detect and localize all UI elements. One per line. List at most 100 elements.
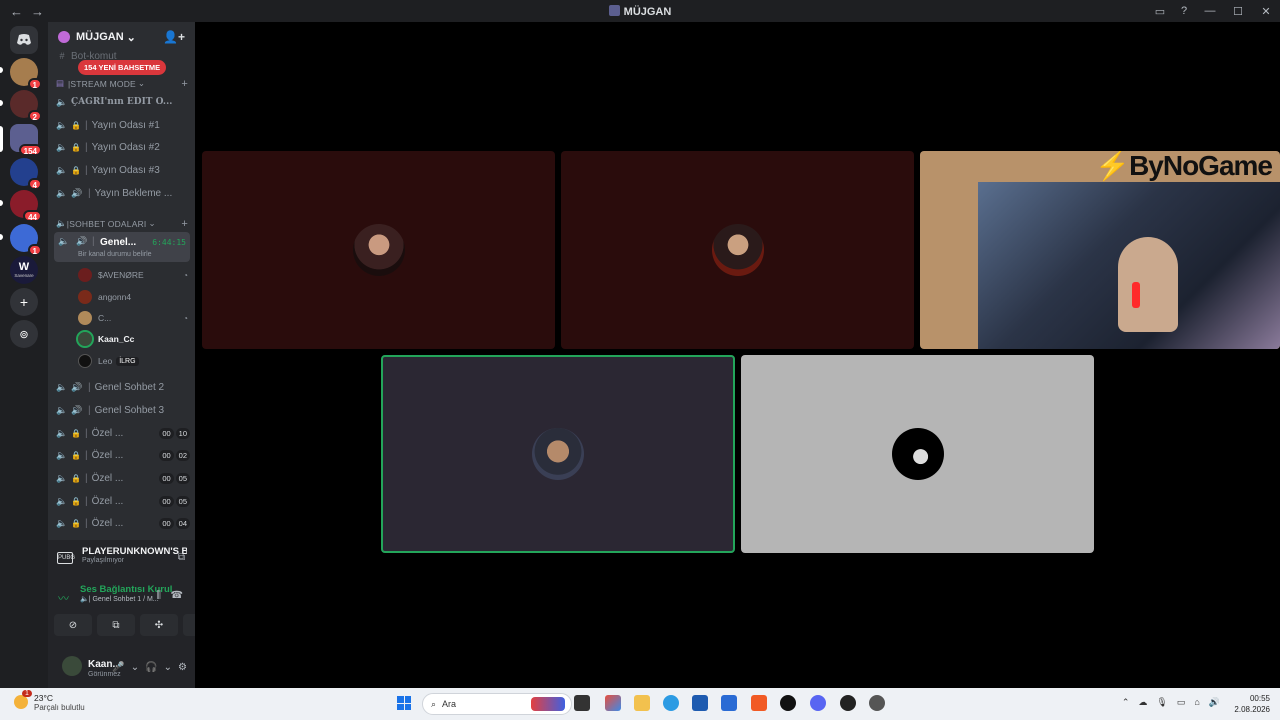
- activities-button[interactable]: ✣: [140, 614, 178, 636]
- app-icon[interactable]: [869, 695, 885, 711]
- server-avatar[interactable]: 1: [10, 58, 42, 90]
- headphones-icon[interactable]: 🎧: [145, 662, 157, 673]
- server-avatar[interactable]: 2: [10, 90, 42, 122]
- camera-off-button[interactable]: ⊘: [54, 614, 92, 636]
- voice-user-speaking[interactable]: Kaan_Cc: [76, 330, 188, 348]
- speaker-icon: 🔈: [56, 427, 68, 438]
- add-channel-icon[interactable]: +: [181, 218, 188, 230]
- category-sohbet-odalari[interactable]: 🔈 | SOHBET ODALARI ⌄ +: [56, 218, 190, 230]
- minimize-button[interactable]: —: [1196, 0, 1224, 22]
- private-channel-row[interactable]: 🔈 🔒 | Özel ... 00 04: [56, 513, 190, 533]
- maximize-button[interactable]: ☐: [1224, 0, 1252, 22]
- lock-icon: 🔒: [71, 428, 81, 438]
- outlook-icon[interactable]: [721, 695, 737, 711]
- speaker-icon: 🔈: [56, 472, 68, 483]
- gear-icon[interactable]: ⚙: [178, 662, 187, 673]
- forward-arrow-icon[interactable]: →: [31, 4, 44, 19]
- discover-icon[interactable]: ⊚: [10, 320, 38, 348]
- signal-icon[interactable]: 〰: [58, 590, 69, 606]
- clock[interactable]: 00:55 2.08.2026: [1234, 693, 1270, 715]
- help-icon[interactable]: ?: [1172, 0, 1196, 22]
- category-stream-mode[interactable]: ▤ | STREAM MODE ⌄ +: [56, 78, 190, 90]
- file-explorer-icon[interactable]: [634, 695, 650, 711]
- avatar: [78, 268, 92, 282]
- add-user-icon[interactable]: 👤+: [163, 30, 185, 44]
- channel-row[interactable]: 🔈 🔒 | Yayın Odası #3: [56, 160, 190, 180]
- channel-row[interactable]: 🔈 ÇAGRI'nın EDIT O...: [56, 92, 190, 112]
- savenare-logo[interactable]: W Savenare: [10, 256, 38, 284]
- back-arrow-icon[interactable]: ←: [10, 4, 23, 19]
- server-avatar[interactable]: 4: [10, 158, 42, 190]
- stream-tile[interactable]: ⚡ByNoGame: [920, 151, 1280, 349]
- chevron-down-icon: ⌄: [126, 31, 136, 44]
- channel-row[interactable]: 🔈 🔊 | Yayın Bekleme ...: [56, 183, 190, 203]
- network-icon[interactable]: ⌂: [1194, 697, 1199, 708]
- close-button[interactable]: ✕: [1252, 0, 1280, 22]
- volume-icon[interactable]: 🔊: [1209, 697, 1220, 708]
- add-channel-icon[interactable]: +: [181, 78, 188, 90]
- channel-row[interactable]: 🔈 🔊 | Genel Sohbet 2: [56, 377, 190, 397]
- server-list: 1 2 154 4 44 1 W Savenare + ⊚: [0, 22, 48, 688]
- game-activity-panel: PUBG PLAYERUNKNOWN'S B... Paylaşılmıyor …: [48, 540, 195, 578]
- private-channel-row[interactable]: 🔈 🔒 | Özel ... 00 05: [56, 491, 190, 511]
- avatar: [78, 354, 92, 368]
- voice-user[interactable]: $AVENØRE ◔: [78, 266, 188, 284]
- microphone-icon[interactable]: 🎙: [1156, 697, 1167, 708]
- chevron-down-icon[interactable]: ⌄: [131, 662, 139, 673]
- active-voice-channel[interactable]: 🔈 🔊 | Genel... 6:44:15 Bir kanal durumu …: [54, 232, 190, 262]
- app-icon[interactable]: [780, 695, 796, 711]
- task-view-icon[interactable]: [574, 695, 590, 711]
- add-server-icon[interactable]: +: [10, 288, 38, 316]
- screen-share-button[interactable]: ⧉: [97, 614, 135, 636]
- disconnect-icon[interactable]: ☎: [171, 590, 183, 601]
- app-icon[interactable]: [840, 695, 856, 711]
- edge-icon[interactable]: [663, 695, 679, 711]
- weather-widget[interactable]: 1 23°C Parçalı bulutlu: [14, 690, 85, 712]
- channel-name: Yayın Odası #1: [91, 119, 160, 131]
- channel-row[interactable]: 🔈 🔊 | Genel Sohbet 3: [56, 400, 190, 420]
- voice-user[interactable]: angonn4: [78, 288, 188, 306]
- new-mentions-pill[interactable]: 154 YENİ BAHSETME: [78, 60, 167, 75]
- discord-taskbar-icon[interactable]: [810, 695, 826, 711]
- channel-row[interactable]: 🔈 🔒 | Yayın Odası #1: [56, 115, 190, 135]
- screen-share-icon[interactable]: ⧉: [178, 552, 185, 563]
- mention-badge: 1: [27, 244, 42, 256]
- channel-status-prompt[interactable]: Bir kanal durumu belirle: [78, 251, 152, 258]
- window-controls: ▭ ? — ☐ ✕: [1148, 0, 1280, 22]
- windows-start-icon[interactable]: [397, 696, 411, 710]
- participant-tile[interactable]: [202, 151, 555, 349]
- voice-user[interactable]: C... ◔: [78, 309, 188, 327]
- chevron-down-icon[interactable]: ⌄: [164, 662, 172, 673]
- private-channel-row[interactable]: 🔈 🔒 | Özel ... 00 10: [56, 423, 190, 443]
- store-icon[interactable]: [692, 695, 708, 711]
- inbox-icon[interactable]: ▭: [1148, 0, 1172, 22]
- category-name: STREAM MODE: [70, 78, 136, 89]
- participant-tile[interactable]: [561, 151, 914, 349]
- avatar: [76, 330, 94, 348]
- speaker-icon: 🔈: [56, 404, 68, 415]
- microphone-icon[interactable]: 🎤: [112, 662, 124, 673]
- avatar[interactable]: [62, 656, 82, 676]
- brave-icon[interactable]: [751, 695, 767, 711]
- channel-name: Genel...: [100, 237, 137, 248]
- participant-tile[interactable]: [741, 355, 1094, 553]
- server-avatar[interactable]: 44: [10, 190, 42, 222]
- server-avatar-selected[interactable]: 154: [10, 124, 42, 156]
- participant-tile-speaking[interactable]: [381, 355, 735, 553]
- voice-user[interactable]: Leo İLRG: [78, 352, 188, 370]
- search-icon: ⌕: [431, 698, 437, 709]
- app-icon[interactable]: [605, 695, 621, 711]
- channel-row[interactable]: 🔈 🔒 | Yayın Odası #2: [56, 137, 190, 157]
- chevron-up-icon[interactable]: ⌃: [1122, 697, 1130, 708]
- title-bar: ← → MÜJGAN ▭ ? — ☐ ✕: [0, 0, 1280, 22]
- noise-suppression-icon[interactable]: ⫼: [156, 590, 161, 601]
- server-avatar[interactable]: 1: [10, 224, 42, 256]
- cloud-icon[interactable]: ☁: [1138, 697, 1147, 708]
- taskbar-search[interactable]: ⌕ Ara: [422, 693, 572, 715]
- monitor-icon[interactable]: ▭: [1177, 697, 1186, 708]
- discord-home-icon[interactable]: [10, 26, 38, 54]
- private-channel-row[interactable]: 🔈 🔒 | Özel ... 00 02: [56, 445, 190, 465]
- savenare-w-icon: W: [18, 261, 30, 273]
- user-controls: 🎤 ⌄ 🎧 ⌄ ⚙: [112, 662, 187, 673]
- private-channel-row[interactable]: 🔈 🔒 | Özel ... 00 05: [56, 468, 190, 488]
